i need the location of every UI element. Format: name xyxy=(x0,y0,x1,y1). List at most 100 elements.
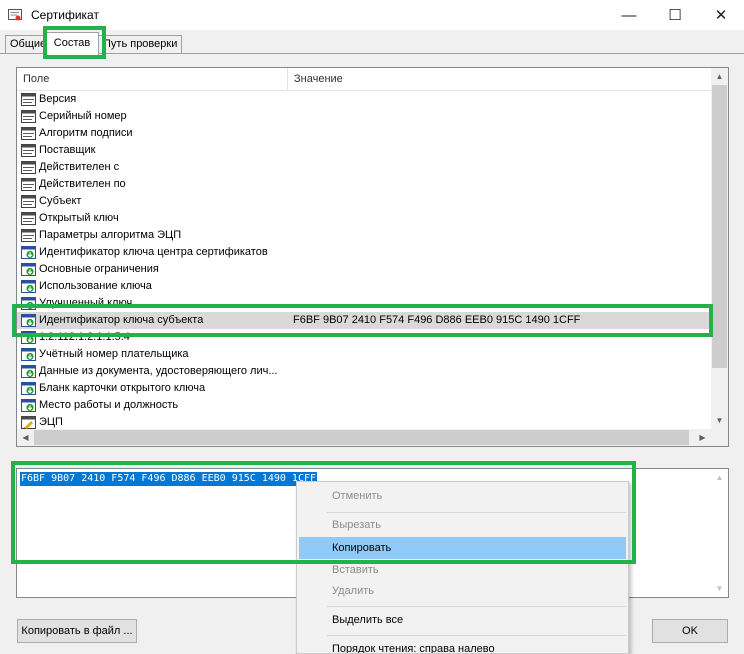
extension-icon xyxy=(21,381,36,396)
field-icon xyxy=(21,109,36,124)
detail-scroll-up-icon[interactable]: ▲ xyxy=(711,469,728,486)
list-row[interactable]: Серийный номер xyxy=(17,108,711,125)
list-row[interactable]: Данные из документа, удостоверяющего лич… xyxy=(17,363,711,380)
column-header-field[interactable]: Поле xyxy=(17,68,286,90)
list-header: Поле Значение xyxy=(17,68,711,91)
extension-icon xyxy=(21,245,36,260)
close-button[interactable]: ✕ xyxy=(698,0,744,30)
field-icon xyxy=(21,143,36,158)
list-row[interactable]: Алгоритм подписи xyxy=(17,125,711,142)
row-field-name: Действителен с xyxy=(39,161,120,173)
list-horizontal-scrollbar[interactable]: ◀ ▶ xyxy=(17,429,728,446)
signature-icon xyxy=(21,415,36,430)
extension-icon xyxy=(21,347,36,362)
extension-icon xyxy=(21,330,36,345)
fields-list[interactable]: Поле Значение Версия Серийный номер Алгори… xyxy=(16,67,729,447)
row-field-name: Субъект xyxy=(39,195,82,207)
list-row[interactable]: Параметры алгоритма ЭЦП xyxy=(17,227,711,244)
menu-separator xyxy=(327,635,626,636)
maximize-icon: ☐ xyxy=(668,7,682,24)
menu-item-paste[interactable]: Вставить xyxy=(299,559,626,581)
list-vertical-scrollbar[interactable]: ▲ ▼ xyxy=(711,68,728,429)
row-field-name: Место работы и должность xyxy=(39,399,179,411)
menu-item-undo[interactable]: Отменить xyxy=(299,485,626,507)
row-field-name: Действителен по xyxy=(39,178,126,190)
menu-item-delete[interactable]: Удалить xyxy=(299,580,626,602)
row-field-name: Версия xyxy=(39,93,77,105)
menu-separator xyxy=(327,512,626,513)
row-field-name: Учётный номер плательщика xyxy=(39,348,189,360)
certificate-icon xyxy=(8,9,22,21)
scroll-left-icon[interactable]: ◀ xyxy=(17,429,34,446)
extension-icon xyxy=(21,279,36,294)
extension-icon xyxy=(21,262,36,277)
field-icon xyxy=(21,126,36,141)
menu-separator xyxy=(327,606,626,607)
tab-certification-path[interactable]: Путь проверки xyxy=(98,35,183,53)
copy-to-file-button[interactable]: Копировать в файл ... xyxy=(17,619,137,643)
list-row[interactable]: Использование ключа xyxy=(17,278,711,295)
field-icon xyxy=(21,194,36,209)
column-header-value[interactable]: Значение xyxy=(288,68,694,90)
list-row[interactable]: Улучшенный ключ xyxy=(17,295,711,312)
row-field-name: Алгоритм подписи xyxy=(39,127,133,139)
list-row[interactable]: Бланк карточки открытого ключа xyxy=(17,380,711,397)
list-row[interactable]: Идентификатор ключа центра сертификатов xyxy=(17,244,711,261)
extension-icon xyxy=(21,364,36,379)
scroll-down-icon[interactable]: ▼ xyxy=(711,412,728,429)
list-row[interactable]: Учётный номер плательщика xyxy=(17,346,711,363)
field-icon xyxy=(21,228,36,243)
field-icon xyxy=(21,92,36,107)
row-field-name: Открытый ключ xyxy=(39,212,119,224)
field-icon xyxy=(21,177,36,192)
list-row[interactable]: Действителен по xyxy=(17,176,711,193)
horizontal-scroll-thumb[interactable] xyxy=(34,430,689,445)
selected-value-text[interactable]: F6BF 9B07 2410 F574 F496 D886 EEB0 915C … xyxy=(20,472,318,486)
row-field-name: Бланк карточки открытого ключа xyxy=(39,382,206,394)
row-field-name: Основные ограничения xyxy=(39,263,159,275)
detail-scroll-down-icon[interactable]: ▼ xyxy=(711,580,728,597)
row-field-name: Идентификатор ключа центра сертификатов xyxy=(39,246,268,258)
field-icon xyxy=(21,160,36,175)
row-field-name: 1.2.112.1.2.1.1.5.4 xyxy=(39,331,130,343)
menu-item-cut[interactable]: Вырезать xyxy=(299,514,626,536)
close-icon: ✕ xyxy=(714,7,728,24)
scroll-up-icon[interactable]: ▲ xyxy=(711,68,728,85)
tab-details[interactable]: Состав xyxy=(45,32,99,55)
ok-button[interactable]: OK xyxy=(652,619,728,643)
list-row[interactable]: Действителен с xyxy=(17,159,711,176)
menu-item-copy[interactable]: Копировать xyxy=(299,537,626,559)
scroll-right-icon[interactable]: ▶ xyxy=(694,429,711,446)
menu-item-select-all[interactable]: Выделить все xyxy=(299,609,626,631)
maximize-button[interactable]: ☐ xyxy=(652,0,698,30)
row-field-value: F6BF 9B07 2410 F574 F496 D886 EEB0 915C … xyxy=(293,314,581,326)
extension-icon xyxy=(21,296,36,311)
list-row[interactable]: Открытый ключ xyxy=(17,210,711,227)
row-field-name: Серийный номер xyxy=(39,110,127,122)
detail-scrollbar[interactable]: ▲ ▼ xyxy=(711,469,728,597)
list-row[interactable]: Основные ограничения xyxy=(17,261,711,278)
tab-strip: Общие Состав Путь проверки xyxy=(0,30,744,55)
list-row[interactable]: 1.2.112.1.2.1.1.5.4 xyxy=(17,329,711,346)
window-title: Сертификат xyxy=(31,8,99,22)
row-field-name: Улучшенный ключ xyxy=(39,297,133,309)
tab-content-border xyxy=(0,53,744,54)
extension-icon xyxy=(21,313,36,328)
title-bar: Сертификат — ☐ ✕ xyxy=(0,0,744,30)
list-row[interactable]: Поставщик xyxy=(17,142,711,159)
row-field-name: Использование ключа xyxy=(39,280,152,292)
extension-icon xyxy=(21,398,36,413)
row-field-name: Идентификатор ключа субъекта xyxy=(39,314,204,326)
list-row[interactable]: Субъект xyxy=(17,193,711,210)
row-field-name: Поставщик xyxy=(39,144,96,156)
list-row[interactable]: Идентификатор ключа субъекта F6BF 9B07 24… xyxy=(17,312,711,329)
field-icon xyxy=(21,211,36,226)
list-row[interactable]: Версия xyxy=(17,91,711,108)
context-menu: Отменить Вырезать Копировать Вставить Уд… xyxy=(296,481,629,654)
row-field-name: Данные из документа, удостоверяющего лич… xyxy=(39,365,278,377)
row-field-name: Параметры алгоритма ЭЦП xyxy=(39,229,182,241)
minimize-button[interactable]: — xyxy=(606,0,652,30)
list-row[interactable]: Место работы и должность xyxy=(17,397,711,414)
minimize-icon: — xyxy=(621,6,637,24)
scroll-thumb[interactable] xyxy=(712,85,727,368)
